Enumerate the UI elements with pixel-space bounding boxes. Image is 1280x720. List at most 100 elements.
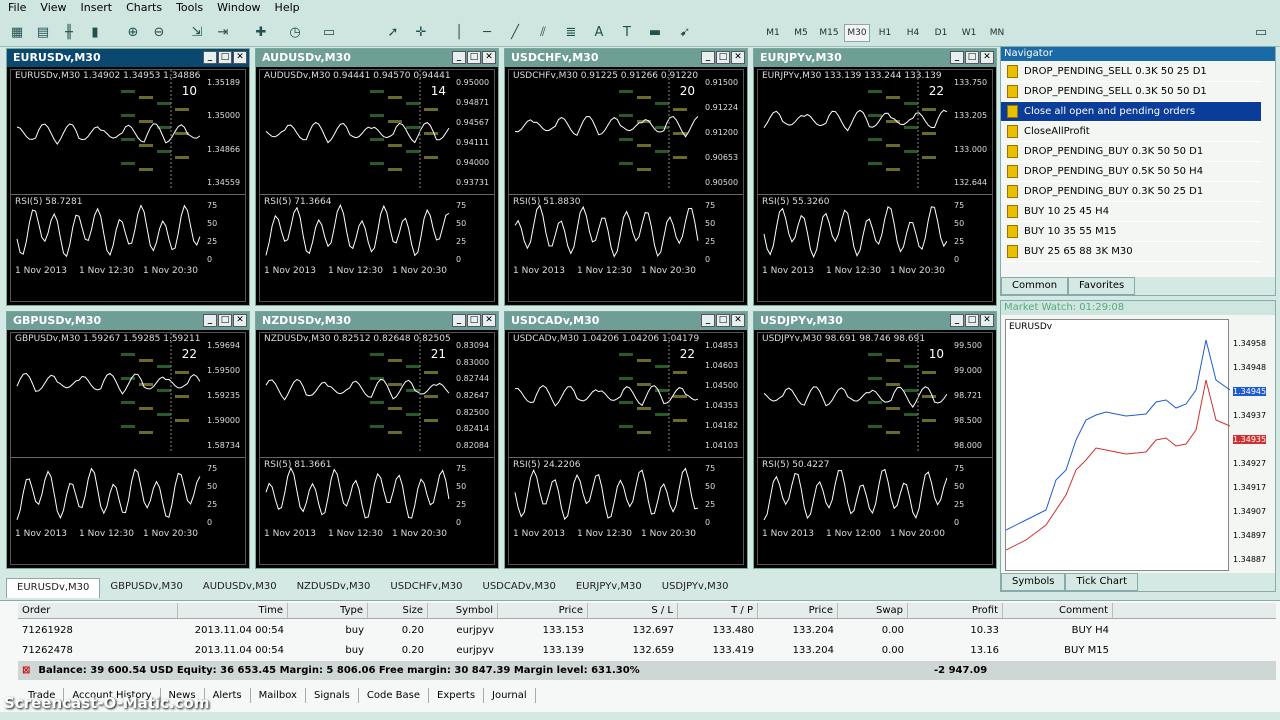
templates-icon[interactable]: ▭ [318,21,340,43]
terminal-tab[interactable]: Code Base [359,688,430,703]
close-icon[interactable]: ✕ [731,51,745,64]
chart-candles-icon[interactable]: ▮ [84,21,106,43]
timeframe-h4[interactable]: H4 [900,24,926,42]
chart-window-gbpusdv[interactable]: GBPUSDv,M30 _ □ ✕ GBPUSDv,M30 1.59267 1.5928… [6,311,250,569]
column-header[interactable]: Time [178,603,288,618]
order-row[interactable]: 71262478 2013.11.04 00:54 buy 0.20 eurjpyv 13… [18,641,1276,660]
close-icon[interactable]: ✕ [233,314,247,327]
chart-tab[interactable]: USDCHFv,M30 [380,578,472,598]
navigator-item[interactable]: BUY 10 35 55 M15 [1001,222,1261,242]
navigator-item[interactable]: BUY 25 65 88 3K M30 [1001,242,1261,262]
column-header[interactable]: T / P [678,603,758,618]
menu-view[interactable]: View [40,1,66,14]
indicators-icon[interactable]: ✚ [250,21,272,43]
navigator-item[interactable]: DROP_PENDING_SELL 0.3K 50 25 D1 [1001,62,1261,82]
chart-title[interactable]: NZDUSDv,M30 _ □ ✕ [256,312,498,330]
maximize-icon[interactable]: □ [467,314,481,327]
minimize-icon[interactable]: _ [203,51,217,64]
column-header[interactable]: Swap [838,603,908,618]
market-watch-tab-symbols[interactable]: Symbols [1001,573,1066,591]
periods-icon[interactable]: ◷ [284,21,306,43]
chart-bars-icon[interactable]: ╫ [58,21,80,43]
chart-title[interactable]: EURUSDv,M30 _ □ ✕ [7,49,249,67]
close-icon[interactable]: ✕ [233,51,247,64]
fibonacci-icon[interactable]: ≣ [560,21,582,43]
minimize-icon[interactable]: _ [452,51,466,64]
close-icon[interactable]: ✕ [482,51,496,64]
close-icon[interactable]: ✕ [980,314,994,327]
chart-tab[interactable]: GBPUSDv,M30 [100,578,192,598]
close-icon[interactable]: ✕ [731,314,745,327]
horizontal-line-icon[interactable]: ─ [476,21,498,43]
zoom-in-icon[interactable]: ⊕ [122,21,144,43]
menu-tools[interactable]: Tools [176,1,203,14]
terminal-tab[interactable]: Experts [429,688,485,703]
maximize-icon[interactable]: □ [218,51,232,64]
timeframe-d1[interactable]: D1 [928,24,954,42]
chart-title[interactable]: USDJPYv,M30 _ □ ✕ [754,312,996,330]
chart-window-eurjpyv[interactable]: EURJPYv,M30 _ □ ✕ EURJPYv,M30 133.139 133.24… [753,48,997,306]
chart-title[interactable]: USDCADv,M30 _ □ ✕ [505,312,747,330]
maximize-icon[interactable]: □ [965,51,979,64]
terminal-tab[interactable]: Alerts [205,688,251,703]
navigator-tab-common[interactable]: Common [1001,277,1069,295]
chart-tab[interactable]: AUDUSDv,M30 [193,578,287,598]
minimize-icon[interactable]: _ [950,51,964,64]
menu-help[interactable]: Help [275,1,300,14]
column-header[interactable]: S / L [588,603,678,618]
navigator-item[interactable]: CloseAllProfit [1001,122,1261,142]
chart-tab[interactable]: USDJPYv,M30 [652,578,739,598]
column-header[interactable]: Comment [1003,603,1113,618]
chart-window-nzdusdv[interactable]: NZDUSDv,M30 _ □ ✕ NZDUSDv,M30 0.82512 0.8264… [255,311,499,569]
timeframe-w1[interactable]: W1 [956,24,982,42]
close-icon[interactable]: ✕ [980,51,994,64]
trendline-icon[interactable]: ╱ [504,21,526,43]
column-header[interactable]: Price [498,603,588,618]
maximize-icon[interactable]: □ [716,314,730,327]
timeframe-h1[interactable]: H1 [872,24,898,42]
chart-window-usdjpyv[interactable]: USDJPYv,M30 _ □ ✕ USDJPYv,M30 98.691 98.746 … [753,311,997,569]
channel-icon[interactable]: ⫽ [532,21,554,43]
column-header[interactable]: Size [368,603,428,618]
chart-window-eurusdv[interactable]: EURUSDv,M30 _ □ ✕ EURUSDv,M30 1.34902 1.3495… [6,48,250,306]
arrows-icon[interactable]: ➹ [674,21,696,43]
maximize-icon[interactable]: □ [716,51,730,64]
chart-title[interactable]: USDCHFv,M30 _ □ ✕ [505,49,747,67]
crosshair-icon[interactable]: ✛ [410,21,432,43]
timeframe-m15[interactable]: M15 [816,24,842,42]
chart-window-usdcadv[interactable]: USDCADv,M30 _ □ ✕ USDCADv,M30 1.04206 1.0420… [504,311,748,569]
chart-tab[interactable]: NZDUSDv,M30 [287,578,381,598]
chart-title[interactable]: GBPUSDv,M30 _ □ ✕ [7,312,249,330]
minimize-icon[interactable]: _ [701,51,715,64]
order-row[interactable]: 71261928 2013.11.04 00:54 buy 0.20 eurjpyv 13… [18,621,1276,640]
terminal-tab[interactable]: Signals [306,688,359,703]
chart-tab[interactable]: EURJPYv,M30 [566,578,652,598]
column-header[interactable]: Type [288,603,368,618]
minimize-icon[interactable]: _ [701,314,715,327]
chart-title[interactable]: EURJPYv,M30 _ □ ✕ [754,49,996,67]
chart-tab[interactable]: EURUSDv,M30 [6,578,101,598]
column-header[interactable]: Price [758,603,838,618]
timeframe-m30[interactable]: M30 [844,24,870,42]
vertical-line-icon[interactable]: │ [448,21,470,43]
navigator-tab-favorites[interactable]: Favorites [1068,277,1136,295]
terminal-tab[interactable]: Journal [484,688,536,703]
restore-icon[interactable]: ▭ [1250,21,1272,43]
close-icon[interactable]: ✕ [482,314,496,327]
navigator-item[interactable]: DROP_PENDING_BUY 0.5K 50 50 H4 [1001,162,1261,182]
rectangle-icon[interactable]: ▬ [644,21,666,43]
navigator-item[interactable]: DROP_PENDING_BUY 0.3K 50 25 D1 [1001,182,1261,202]
text-icon[interactable]: A [588,21,610,43]
menu-file[interactable]: File [8,1,26,14]
chart-tab[interactable]: USDCADv,M30 [473,578,566,598]
menu-window[interactable]: Window [217,1,260,14]
menu-charts[interactable]: Charts [126,1,162,14]
chart-window-audusdv[interactable]: AUDUSDv,M30 _ □ ✕ AUDUSDv,M30 0.94441 0.9457… [255,48,499,306]
zoom-out-icon[interactable]: ⊖ [148,21,170,43]
menu-insert[interactable]: Insert [81,1,113,14]
navigator-item[interactable]: DROP_PENDING_SELL 0.3K 50 50 D1 [1001,82,1261,102]
navigator-item[interactable]: BUY 10 25 45 H4 [1001,202,1261,222]
terminal-tab[interactable]: Mailbox [251,688,306,703]
minimize-icon[interactable]: _ [203,314,217,327]
chart-title[interactable]: AUDUSDv,M30 _ □ ✕ [256,49,498,67]
